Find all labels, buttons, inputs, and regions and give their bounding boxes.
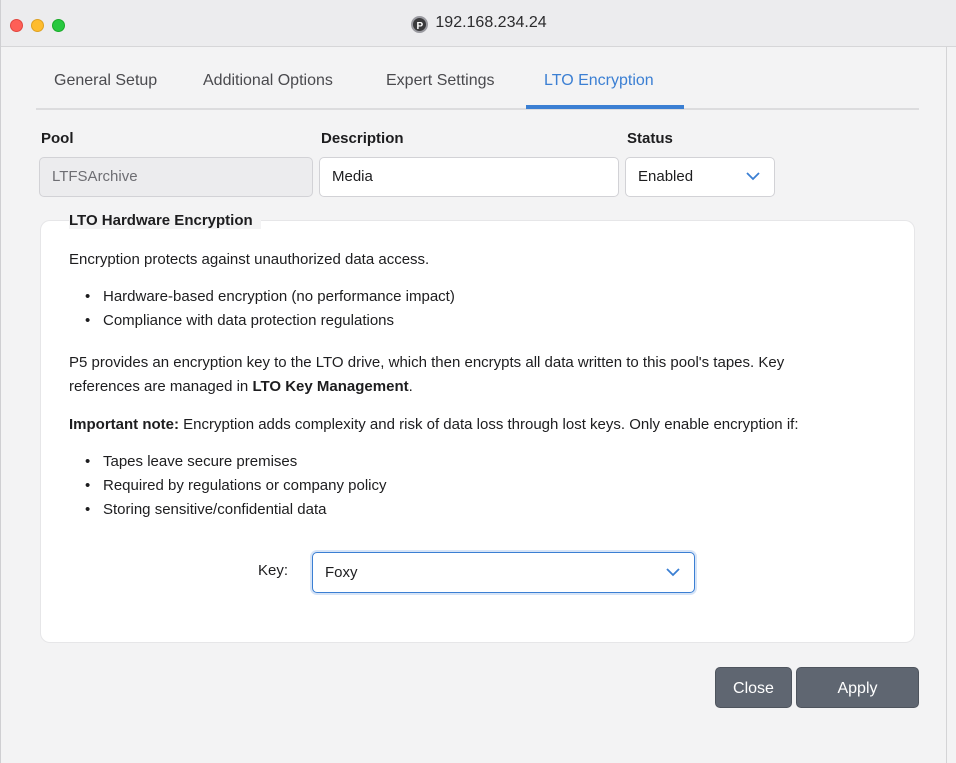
description-input[interactable]: Media (319, 157, 619, 197)
window-edge (946, 47, 947, 763)
status-select[interactable]: Enabled (625, 157, 775, 197)
description-period: . (408, 378, 413, 395)
tab-general-setup[interactable]: General Setup (54, 72, 157, 90)
list-item-text: Required by regulations or company polic… (103, 477, 387, 494)
important-note-text: Encryption adds complexity and risk of d… (179, 416, 799, 433)
apply-button[interactable]: Apply (796, 667, 919, 708)
description-text: references are managed in (69, 378, 253, 395)
description-label: Description (321, 130, 404, 147)
list-item-text: Hardware-based encryption (no performanc… (103, 288, 455, 305)
pool-field: LTFSArchive (39, 157, 313, 197)
list-item: Storing sensitive/confidential data (85, 498, 326, 522)
status-label: Status (627, 130, 673, 147)
encryption-description: P5 provides an encryption key to the LTO… (69, 351, 889, 399)
list-item: Compliance with data protection regulati… (85, 309, 394, 333)
window-title: P 192.168.234.24 (1, 14, 956, 33)
tab-bar: General Setup Additional Options Expert … (36, 70, 919, 110)
title-bar: P 192.168.234.24 (1, 0, 956, 47)
list-item-text: Storing sensitive/confidential data (103, 501, 327, 518)
list-item: Hardware-based encryption (no performanc… (85, 285, 455, 309)
chevron-down-icon (666, 568, 680, 577)
description-line-1: P5 provides an encryption key to the LTO… (69, 354, 785, 371)
section-title: LTO Hardware Encryption (69, 212, 261, 229)
list-item: Required by regulations or company polic… (85, 474, 386, 498)
close-button[interactable]: Close (715, 667, 792, 708)
important-note: Important note: Encryption adds complexi… (69, 413, 889, 437)
chevron-down-icon (746, 172, 760, 181)
app-window: P 192.168.234.24 General Setup Additional… (0, 0, 956, 763)
active-tab-indicator (526, 105, 684, 109)
status-select-value: Enabled (638, 168, 694, 185)
site-icon: P (411, 16, 429, 33)
tab-expert-settings[interactable]: Expert Settings (386, 72, 495, 90)
key-label: Key: (258, 562, 289, 579)
important-note-label: Important note: (69, 416, 179, 433)
list-item: Tapes leave secure premises (85, 450, 297, 474)
window-title-text: 192.168.234.24 (435, 14, 547, 31)
tab-lto-encryption[interactable]: LTO Encryption (544, 72, 654, 90)
description-line-2: references are managed in LTO Key Manage… (69, 375, 889, 399)
list-item-text: Tapes leave secure premises (103, 453, 298, 470)
list-item-text: Compliance with data protection regulati… (103, 312, 394, 329)
tab-additional-options[interactable]: Additional Options (203, 72, 333, 90)
key-select[interactable]: Foxy (312, 552, 695, 593)
encryption-intro: Encryption protects against unauthorized… (69, 251, 430, 268)
key-select-value: Foxy (325, 564, 358, 581)
pool-label: Pool (41, 130, 74, 147)
lto-key-management-reference: LTO Key Management (252, 378, 409, 395)
